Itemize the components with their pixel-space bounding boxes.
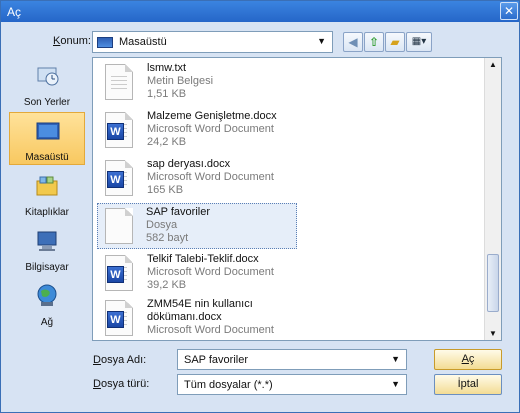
file-size: 165 KB xyxy=(147,184,184,196)
place-label: Ağ xyxy=(40,317,54,328)
filetype-value: Tüm dosyalar (*.*) xyxy=(184,379,273,391)
desktop-icon xyxy=(36,122,60,140)
place-computer[interactable]: Bilgisayar xyxy=(9,223,85,276)
word-document-icon: W xyxy=(105,112,133,148)
word-document-icon: W xyxy=(105,160,133,196)
close-button[interactable]: ✕ xyxy=(500,2,518,20)
filetype-label-accesskey: D xyxy=(93,378,101,390)
computer-icon xyxy=(37,231,57,251)
word-document-icon: W xyxy=(105,300,133,336)
filetype-label-text: osya türü: xyxy=(100,378,150,390)
views-menu-icon: ▦▾ xyxy=(411,36,427,47)
window-title: Aç xyxy=(7,5,22,19)
recent-places-icon xyxy=(37,67,59,86)
chevron-down-icon[interactable]: ▼ xyxy=(391,379,400,389)
views-menu-button[interactable]: ▦▾ xyxy=(406,32,432,52)
location-value: Masaüstü xyxy=(119,36,167,48)
location-combobox[interactable]: Masaüstü ▼ xyxy=(92,31,333,53)
libraries-icon xyxy=(36,176,58,196)
filename-label-text: osya Adı: xyxy=(100,354,147,366)
word-document-icon: W xyxy=(105,255,133,291)
file-type: Microsoft Word Document xyxy=(147,266,274,278)
list-item[interactable]: W Telkif Talebi-Teklif.docx Microsoft Wo… xyxy=(99,251,289,297)
back-button[interactable]: ◀ xyxy=(343,32,363,52)
file-name: Telkif Talebi-Teklif.docx xyxy=(147,253,259,265)
open-dialog: Aç ✕ Konum: Masaüstü ▼ ◀ ⇧ ▰ ▦▾ Son Yerl… xyxy=(0,0,520,413)
back-arrow-icon: ◀ xyxy=(348,35,358,49)
open-button-accesskey: A xyxy=(461,353,469,365)
list-item[interactable]: lsmw.txt Metin Belgesi 1,51 KB xyxy=(99,60,289,106)
scroll-down-icon[interactable]: ▼ xyxy=(485,329,501,338)
filetype-select[interactable]: Tüm dosyalar (*.*) ▼ xyxy=(177,374,407,395)
new-folder-icon: ▰ xyxy=(390,35,400,49)
file-name: lsmw.txt xyxy=(147,62,187,74)
place-libraries[interactable]: Kitaplıklar xyxy=(9,168,85,221)
list-item[interactable]: W Malzeme Genişletme.docx Microsoft Word… xyxy=(99,108,289,154)
place-label: Kitaplıklar xyxy=(25,207,69,218)
filename-label: Dosya Adı: xyxy=(93,354,146,366)
file-type: Dosya xyxy=(146,219,178,231)
up-folder-button[interactable]: ⇧ xyxy=(364,32,384,52)
file-type: Metin Belgesi xyxy=(147,75,214,87)
up-folder-icon: ⇧ xyxy=(368,35,380,49)
place-network[interactable]: Ağ xyxy=(9,278,85,331)
places-bar: Son Yerler Masaüstü Kitaplıklar Bilgisay… xyxy=(9,58,85,330)
file-size: 39,2 KB xyxy=(147,279,187,291)
file-name-line2: dökümanı.docx xyxy=(147,311,222,323)
file-type: Microsoft Word Document xyxy=(147,123,274,135)
file-size: 1,51 KB xyxy=(147,88,187,100)
file-type: Microsoft Word Document xyxy=(147,171,274,183)
open-button-label: ç xyxy=(468,353,475,365)
file-size: 582 bayt xyxy=(146,232,189,244)
close-icon: ✕ xyxy=(503,4,515,18)
file-type: Microsoft Word Document xyxy=(147,324,274,336)
file-name: Malzeme Genişletme.docx xyxy=(147,110,277,122)
place-label: Son Yerler xyxy=(23,97,71,108)
cancel-button[interactable]: İptal xyxy=(434,374,502,395)
filename-label-accesskey: D xyxy=(93,354,101,366)
title-bar[interactable]: Aç ✕ xyxy=(1,1,519,22)
file-name: ZMM54E nin kullanıcı xyxy=(147,298,253,310)
chevron-down-icon[interactable]: ▼ xyxy=(391,354,400,364)
generic-file-icon xyxy=(105,208,133,244)
filename-input[interactable]: SAP favoriler ▼ xyxy=(177,349,407,370)
file-name: sap deryası.docx xyxy=(147,158,231,170)
list-item[interactable]: W sap deryası.docx Microsoft Word Docume… xyxy=(99,156,289,202)
file-size: 24,2 KB xyxy=(147,136,187,148)
new-folder-button[interactable]: ▰ xyxy=(385,32,405,52)
list-item[interactable]: W ZMM54E nin kullanıcı dökümanı.docx Mic… xyxy=(99,296,289,340)
chevron-down-icon: ▼ xyxy=(317,36,326,46)
location-label: Konum: xyxy=(53,35,91,47)
vertical-scrollbar[interactable]: ▲ ▼ xyxy=(484,58,501,340)
open-button[interactable]: Aç xyxy=(434,349,502,370)
list-item-selected[interactable]: SAP favoriler Dosya 582 bayt xyxy=(97,203,297,249)
place-desktop[interactable]: Masaüstü xyxy=(9,112,85,165)
location-label-text: onum: xyxy=(60,35,91,47)
scrollbar-thumb[interactable] xyxy=(487,254,499,312)
place-recent[interactable]: Son Yerler xyxy=(9,58,85,111)
network-icon xyxy=(37,284,57,306)
place-label: Bilgisayar xyxy=(25,262,69,273)
desktop-icon xyxy=(97,37,113,48)
text-file-icon xyxy=(105,64,133,100)
cancel-button-label: İptal xyxy=(457,378,479,390)
filetype-label: Dosya türü: xyxy=(93,378,149,390)
file-name: SAP favoriler xyxy=(146,206,210,218)
file-list[interactable]: lsmw.txt Metin Belgesi 1,51 KB W Malzeme… xyxy=(92,57,502,341)
scroll-up-icon[interactable]: ▲ xyxy=(485,60,501,69)
filename-value: SAP favoriler xyxy=(184,354,248,366)
place-label: Masaüstü xyxy=(25,152,69,163)
